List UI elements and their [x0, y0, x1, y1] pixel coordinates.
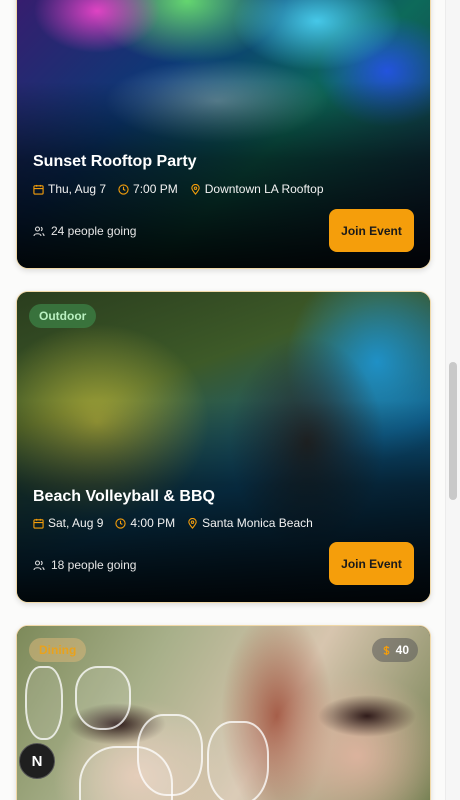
event-title: Beach Volleyball & BBQ [33, 488, 215, 505]
category-badge: Dining [29, 638, 87, 662]
event-location: Downtown LA Rooftop [190, 182, 324, 196]
scrollbar[interactable] [445, 0, 460, 800]
event-time: 4:00 PM [115, 516, 175, 530]
join-event-button[interactable]: Join Event [329, 209, 414, 252]
event-location: Santa Monica Beach [187, 516, 313, 530]
event-card[interactable]: Sunset Rooftop Party Thu, Aug 7 7:00 PM … [16, 0, 431, 269]
location-pin-icon [188, 517, 197, 529]
attendee-count: 24 people going [33, 224, 136, 238]
category-badge: Outdoor [29, 304, 97, 328]
users-icon [33, 226, 45, 237]
event-date: Sat, Aug 9 [33, 516, 103, 530]
event-card[interactable]: Dining 40 [16, 625, 431, 800]
app-logo-button[interactable]: N [19, 743, 55, 779]
scrollbar-thumb[interactable] [449, 362, 457, 500]
join-event-button[interactable]: Join Event [329, 542, 414, 585]
attendee-count: 18 people going [33, 558, 136, 572]
clock-icon [118, 183, 129, 195]
event-title: Sunset Rooftop Party [33, 153, 197, 170]
event-meta: Sat, Aug 9 4:00 PM Santa Monica Beach [33, 516, 319, 530]
event-feed[interactable]: Sunset Rooftop Party Thu, Aug 7 7:00 PM … [0, 0, 445, 800]
clock-icon [115, 517, 127, 529]
event-date: Thu, Aug 7 [33, 182, 106, 196]
calendar-icon [33, 518, 44, 529]
calendar-icon [33, 184, 44, 195]
dollar-icon [383, 645, 390, 655]
event-time: 7:00 PM [118, 182, 178, 196]
event-card[interactable]: Outdoor Beach Volleyball & BBQ Sat, Aug … [16, 291, 431, 603]
price-badge: 40 [371, 638, 418, 662]
users-icon [33, 560, 45, 571]
event-meta: Thu, Aug 7 7:00 PM Downtown LA Rooftop [33, 182, 330, 196]
app-logo-letter: N [31, 752, 43, 770]
location-pin-icon [191, 183, 200, 195]
